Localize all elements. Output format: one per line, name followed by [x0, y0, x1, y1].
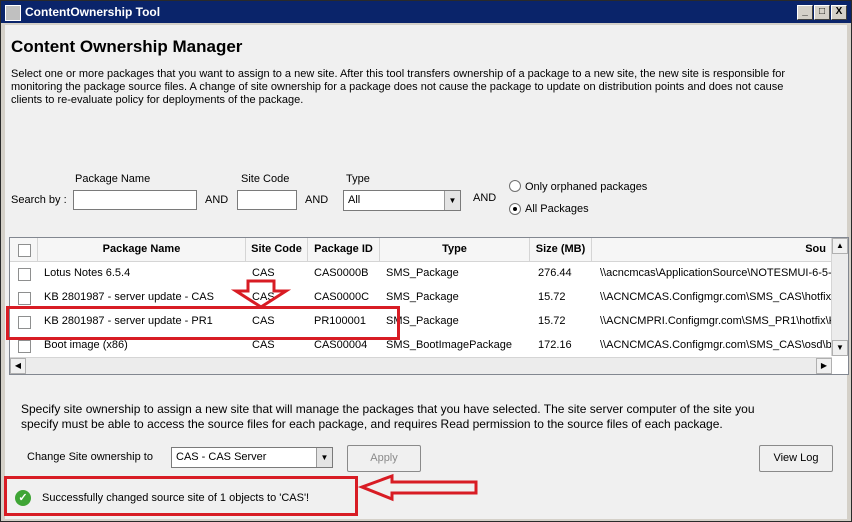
left-arrow-icon [357, 473, 478, 502]
down-arrow-icon [230, 279, 292, 309]
annotation-arrows [230, 279, 478, 502]
